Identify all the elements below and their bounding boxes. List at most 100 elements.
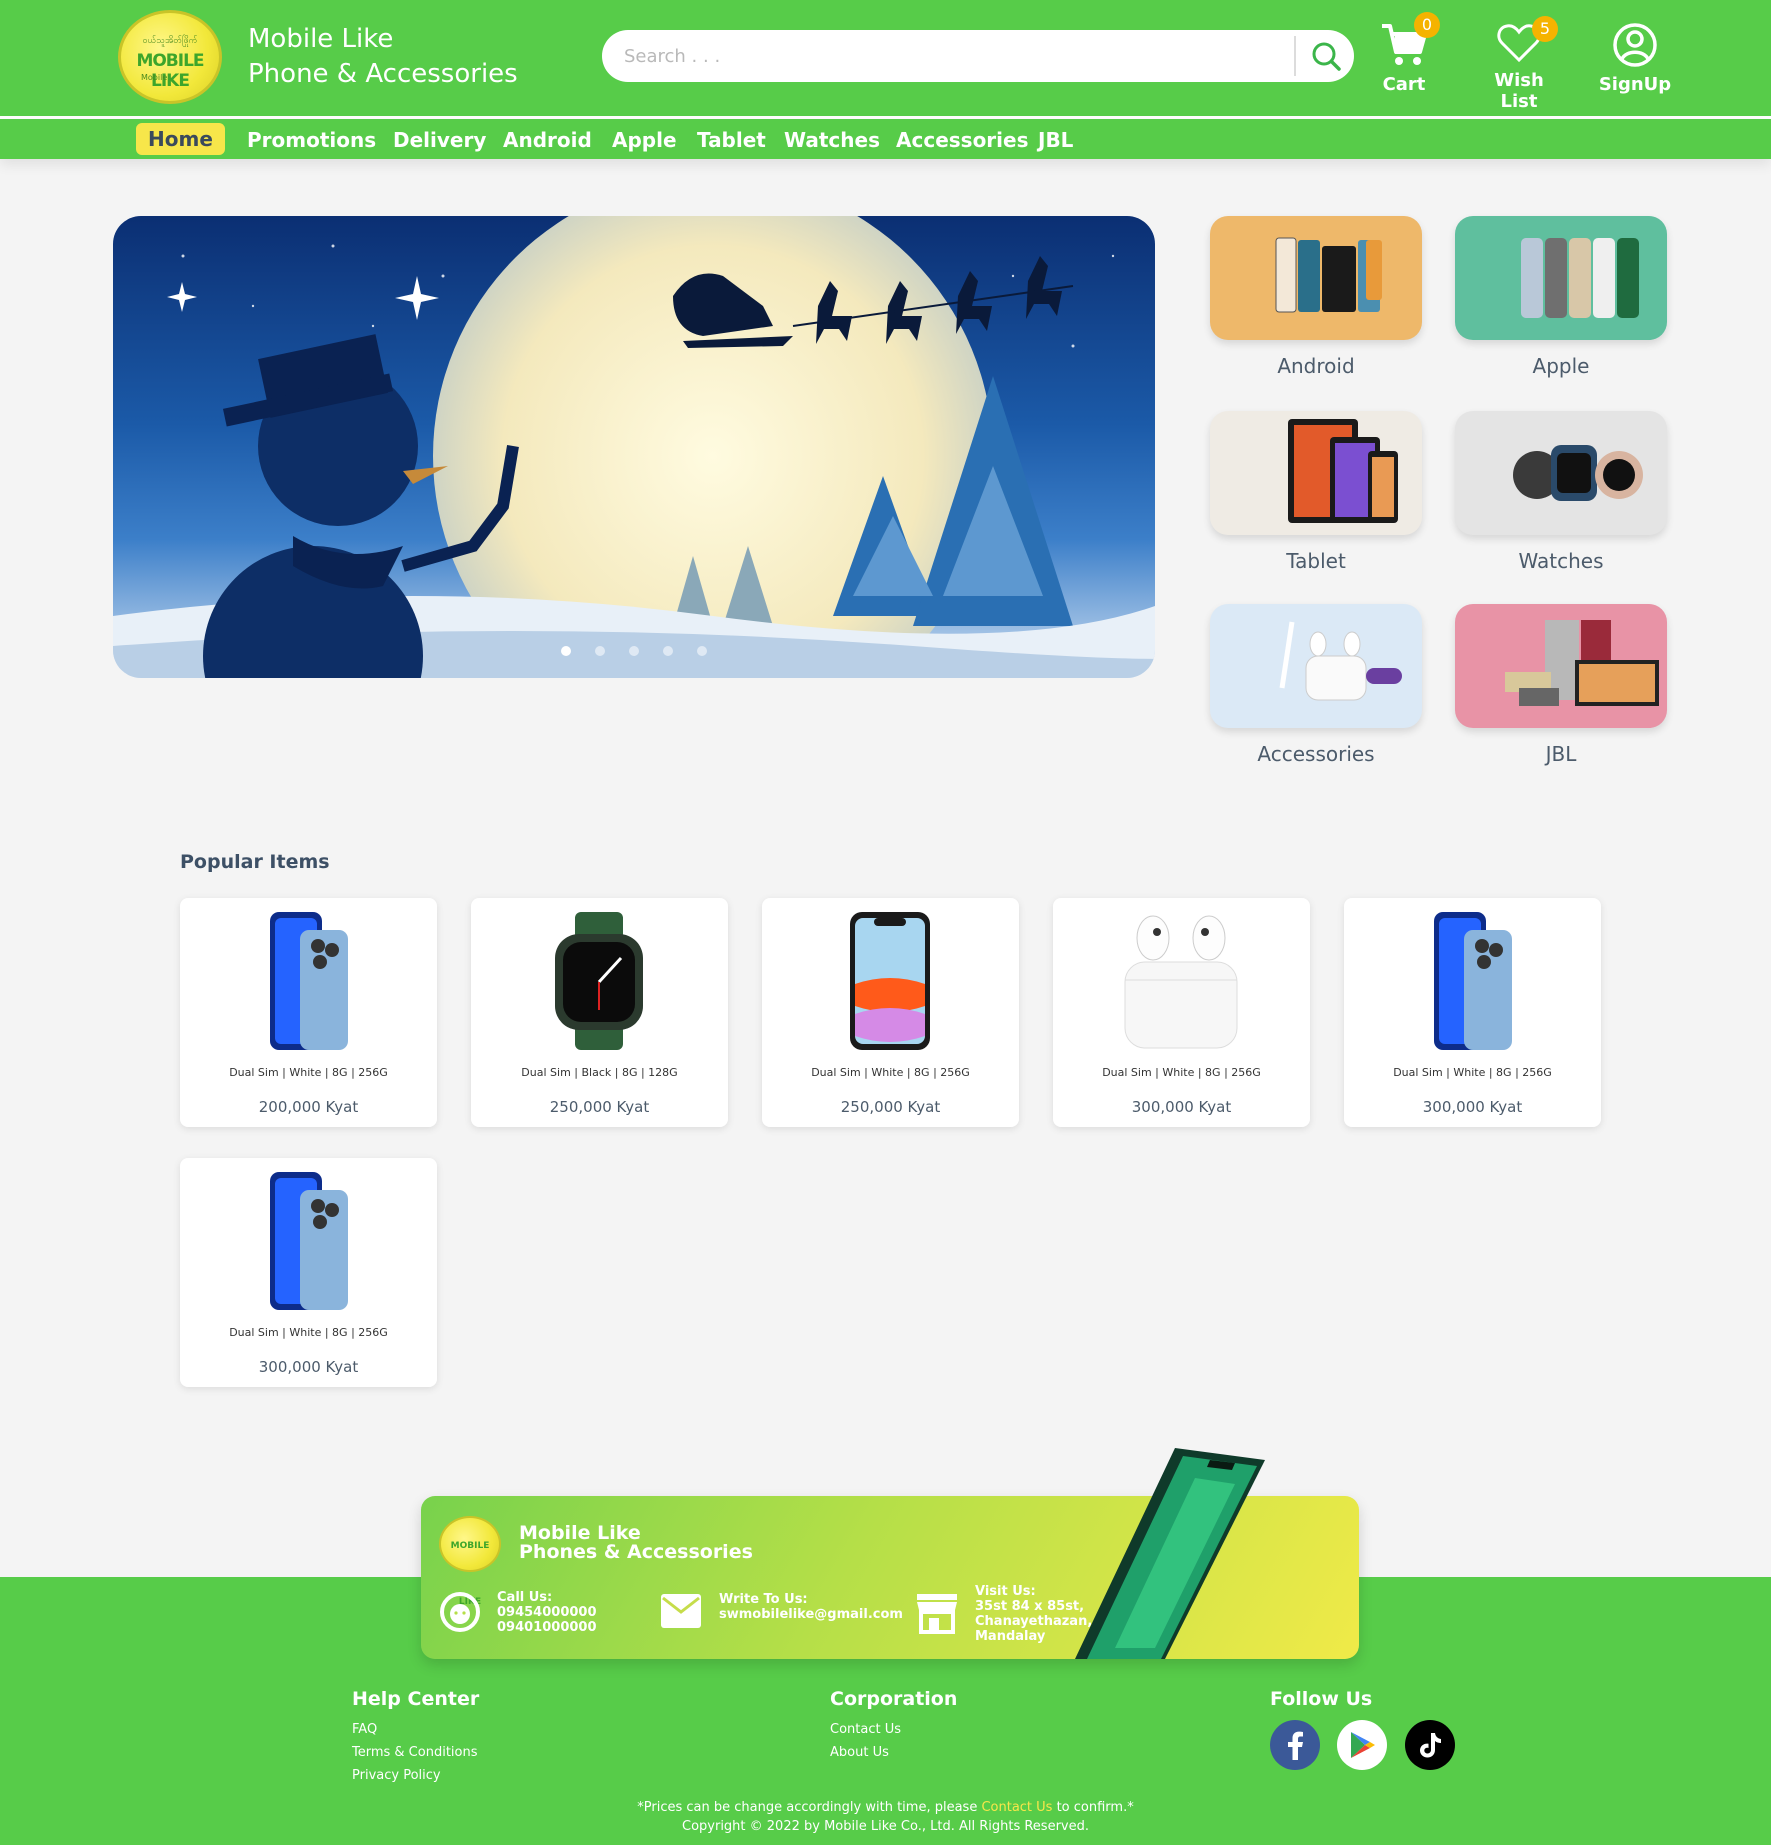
site-logo[interactable]: ဝယ်သူအိတ်ဖြိုက် MOBILE LIKE Mobile: [118, 10, 222, 104]
call-us-info: Call Us: 09454000000 09401000000: [497, 1590, 597, 1635]
carousel-dot[interactable]: [629, 646, 639, 656]
product-spec: Dual Sim | White | 8G | 256G: [811, 1066, 970, 1079]
facebook-link[interactable]: [1270, 1720, 1320, 1770]
product-price: 250,000 Kyat: [840, 1098, 941, 1116]
user-icon: [1613, 23, 1657, 67]
nav-accessories[interactable]: Accessories: [896, 125, 1029, 155]
cart-count-badge: 0: [1414, 12, 1440, 38]
header: ဝယ်သူအိတ်ဖြိုက် MOBILE LIKE Mobile Mobil…: [0, 0, 1771, 116]
search-bar: [602, 30, 1354, 82]
nav-android[interactable]: Android: [503, 125, 592, 155]
product-price: 200,000 Kyat: [258, 1098, 359, 1116]
terms-link[interactable]: Terms & Conditions: [352, 1745, 478, 1760]
nav-tablet[interactable]: Tablet: [697, 125, 766, 155]
category-label: Watches: [1518, 549, 1604, 573]
disclaimer-text: *Prices can be change accordingly with t…: [637, 1800, 982, 1815]
hero-carousel[interactable]: [113, 216, 1155, 678]
contact-card: MOBILE LIKE Mobile Like Phones & Accesso…: [421, 1448, 1359, 1659]
help-center-heading: Help Center: [352, 1688, 480, 1710]
about-us-link[interactable]: About Us: [830, 1745, 889, 1760]
phone-number[interactable]: 09401000000: [497, 1620, 597, 1635]
brand-name: Mobile Like Phone & Accessories: [248, 22, 518, 92]
airpods-image: [1124, 915, 1238, 1049]
christmas-banner-image: [113, 216, 1155, 678]
product-card[interactable]: Dual Sim | White | 8G | 256G 300,000 Kya…: [1344, 898, 1601, 1127]
search-icon: [1312, 42, 1341, 71]
copyright-text: Copyright © 2022 by Mobile Like Co., Ltd…: [682, 1819, 1089, 1834]
category-label: Tablet: [1286, 549, 1346, 573]
nav-watches[interactable]: Watches: [784, 125, 880, 155]
carousel-dot[interactable]: [561, 646, 571, 656]
search-button[interactable]: [1304, 34, 1348, 78]
category-jbl[interactable]: JBL: [1455, 604, 1667, 766]
logo-tagline: ဝယ်သူအိတ်ဖြိုက်: [142, 36, 198, 46]
logo-sub: Mobile: [141, 73, 168, 82]
iphone-13-pro-image: [270, 912, 348, 1050]
product-spec: Dual Sim | White | 8G | 256G: [1102, 1066, 1261, 1079]
search-input[interactable]: [624, 42, 1264, 70]
product-spec: Dual Sim | Black | 8G | 128G: [521, 1066, 678, 1079]
write-us-info: Write To Us: swmobilelike@gmail.com: [719, 1592, 903, 1622]
product-spec: Dual Sim | White | 8G | 256G: [1393, 1066, 1552, 1079]
carousel-dot[interactable]: [663, 646, 673, 656]
tiktok-icon: [1420, 1733, 1441, 1758]
mail-icon: [661, 1594, 701, 1628]
iphone-13-pro-image: [270, 1172, 348, 1310]
wishlist-count-badge: 5: [1532, 16, 1558, 42]
follow-us-heading: Follow Us: [1270, 1688, 1373, 1710]
wishlist-label: Wish List: [1494, 70, 1544, 112]
carousel-dot[interactable]: [595, 646, 605, 656]
contact-us-link[interactable]: Contact Us: [830, 1722, 901, 1737]
brand-line-2: Phone & Accessories: [248, 59, 518, 89]
call-us-title: Call Us:: [497, 1590, 553, 1605]
nav-jbl[interactable]: JBL: [1038, 125, 1073, 155]
category-tablet[interactable]: Tablet: [1210, 411, 1422, 573]
product-price: 300,000 Kyat: [258, 1358, 359, 1376]
category-apple[interactable]: Apple: [1455, 216, 1667, 378]
wishlist-button[interactable]: Wish List 5: [1474, 16, 1564, 112]
signup-button[interactable]: SignUp: [1598, 22, 1672, 95]
iphone-11-image: [850, 912, 930, 1050]
category-label: Accessories: [1257, 742, 1375, 766]
disclaimer-contact-link[interactable]: Contact Us: [981, 1800, 1052, 1815]
product-card[interactable]: Dual Sim | White | 8G | 256G 300,000 Kya…: [1053, 898, 1310, 1127]
apple-watch-image: [555, 912, 643, 1050]
signup-label: SignUp: [1598, 74, 1672, 95]
category-android[interactable]: Android: [1210, 216, 1422, 378]
cart-button[interactable]: Cart 0: [1378, 12, 1440, 95]
faq-link[interactable]: FAQ: [352, 1722, 377, 1737]
price-disclaimer: *Prices can be change accordingly with t…: [0, 1798, 1771, 1817]
product-spec: Dual Sim | White | 8G | 256G: [229, 1326, 388, 1339]
brand-line-1: Mobile Like: [248, 24, 394, 54]
category-accessories[interactable]: Accessories: [1210, 604, 1422, 766]
category-label: Apple: [1532, 354, 1590, 378]
footer-note: *Prices can be change accordingly with t…: [0, 1798, 1771, 1836]
product-card[interactable]: Dual Sim | White | 8G | 256G 200,000 Kya…: [180, 898, 437, 1127]
carousel-indicators: [561, 646, 707, 656]
product-card[interactable]: Dual Sim | White | 8G | 256G 250,000 Kya…: [762, 898, 1019, 1127]
iphone-13-pro-image: [1434, 912, 1512, 1050]
facebook-icon: [1288, 1731, 1303, 1760]
carousel-dot[interactable]: [697, 646, 707, 656]
category-label: Android: [1277, 354, 1355, 378]
product-card[interactable]: Dual Sim | Black | 8G | 128G 250,000 Kya…: [471, 898, 728, 1127]
privacy-link[interactable]: Privacy Policy: [352, 1768, 441, 1783]
footer-brand-line-2: Phones & Accessories: [519, 1541, 753, 1563]
support-agent-icon: [440, 1592, 480, 1632]
nav-apple[interactable]: Apple: [612, 125, 677, 155]
google-play-link[interactable]: [1337, 1720, 1387, 1770]
nav-delivery[interactable]: Delivery: [393, 125, 486, 155]
nav-home[interactable]: Home: [136, 123, 225, 155]
product-card[interactable]: Dual Sim | White | 8G | 256G 300,000 Kya…: [180, 1158, 437, 1387]
tiktok-link[interactable]: [1405, 1720, 1455, 1770]
footer-brand: Mobile Like Phones & Accessories: [519, 1524, 753, 1562]
disclaimer-text-end: to confirm.*: [1052, 1800, 1134, 1815]
nav-promotions[interactable]: Promotions: [247, 125, 376, 155]
phone-number[interactable]: 09454000000: [497, 1605, 597, 1620]
category-watches[interactable]: Watches: [1455, 411, 1667, 573]
category-label: JBL: [1545, 742, 1577, 766]
logo-text: MOBILE LIKE: [136, 51, 204, 91]
google-play-icon: [1351, 1732, 1375, 1758]
email-link[interactable]: swmobilelike@gmail.com: [719, 1607, 903, 1622]
corporation-heading: Corporation: [830, 1688, 958, 1710]
